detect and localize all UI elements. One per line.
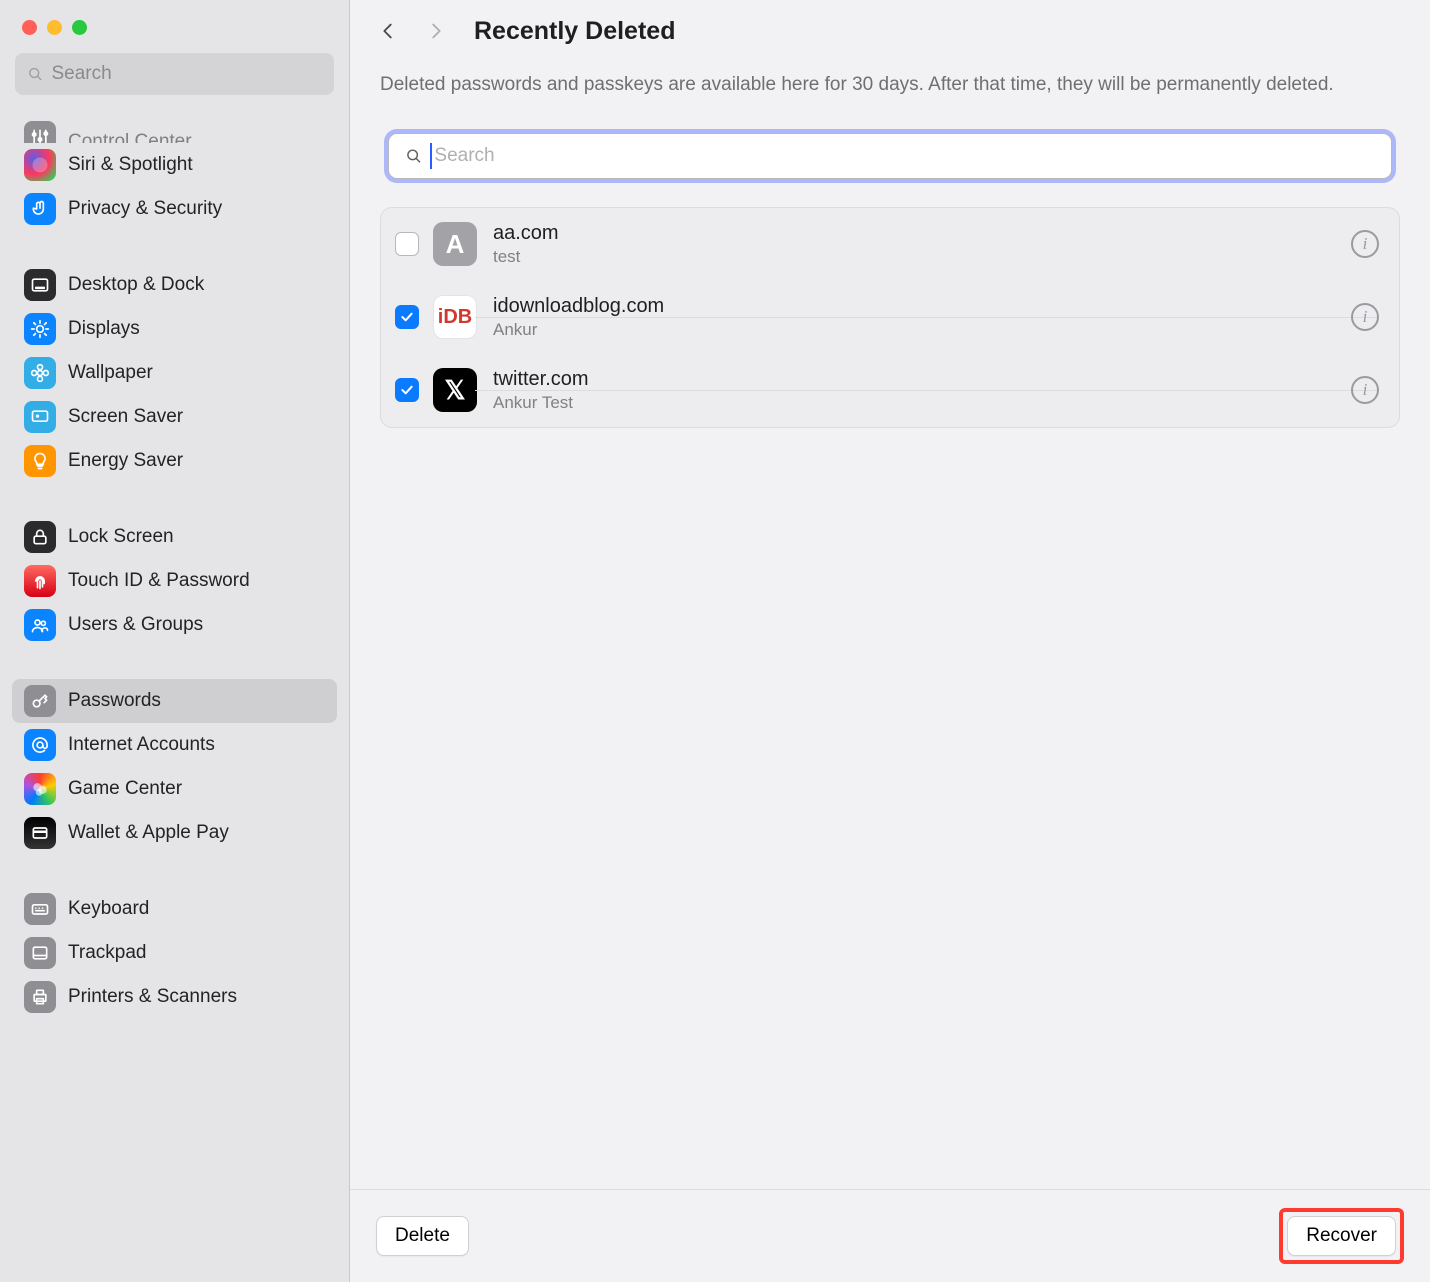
bulb-icon — [24, 445, 56, 477]
sidebar-item-wallpaper[interactable]: Wallpaper — [0, 351, 349, 395]
sidebar-item-keyboard[interactable]: Keyboard — [0, 887, 349, 931]
forward-button[interactable] — [416, 11, 456, 51]
sidebar-item-lock-screen[interactable]: Lock Screen — [0, 515, 349, 559]
sidebar-list: Control Center Siri & Spotlight Privacy & … — [0, 105, 349, 1282]
site-name: idownloadblog.com — [493, 295, 1351, 318]
row-checkbox[interactable] — [395, 305, 419, 329]
password-search-container — [380, 125, 1400, 187]
sidebar-item-privacy-security[interactable]: Privacy & Security — [0, 187, 349, 231]
site-name: twitter.com — [493, 368, 1351, 391]
zoom-window-button[interactable] — [72, 20, 87, 35]
wallet-icon — [24, 817, 56, 849]
sidebar-item-label: Keyboard — [68, 898, 149, 920]
siri-icon — [24, 149, 56, 181]
page-description: Deleted passwords and passkeys are avail… — [350, 62, 1430, 125]
search-icon — [27, 65, 44, 83]
sidebar-item-passwords[interactable]: Passwords — [12, 679, 337, 723]
delete-button[interactable]: Delete — [376, 1216, 469, 1256]
flower-icon — [24, 357, 56, 389]
at-icon — [24, 729, 56, 761]
main-header: Recently Deleted — [350, 0, 1430, 62]
sidebar-item-energy-saver[interactable]: Energy Saver — [0, 439, 349, 483]
site-favicon: iDB — [433, 295, 477, 339]
sidebar-item-control-center[interactable]: Control Center — [0, 115, 349, 143]
trackpad-icon — [24, 937, 56, 969]
recover-highlight: Recover — [1279, 1208, 1404, 1264]
close-window-button[interactable] — [22, 20, 37, 35]
search-icon — [405, 147, 422, 165]
recover-button[interactable]: Recover — [1287, 1216, 1396, 1256]
username: Ankur — [493, 320, 1351, 340]
sidebar-search[interactable] — [15, 53, 334, 95]
sidebar-item-label: Touch ID & Password — [68, 570, 250, 592]
sidebar-item-label: Desktop & Dock — [68, 274, 204, 296]
sidebar-search-input[interactable] — [52, 63, 323, 85]
sidebar-item-label: Passwords — [68, 690, 161, 712]
sidebar-item-printers-scanners[interactable]: Printers & Scanners — [0, 975, 349, 1019]
sidebar-item-label: Wallet & Apple Pay — [68, 822, 229, 844]
sidebar-item-label: Printers & Scanners — [68, 986, 237, 1008]
password-row[interactable]: iDB idownloadblog.comAnkuri — [381, 281, 1399, 354]
sidebar-item-label: Internet Accounts — [68, 734, 215, 756]
password-row[interactable]: 𝕏twitter.comAnkur Testi — [381, 354, 1399, 427]
info-button[interactable]: i — [1351, 230, 1379, 258]
sidebar-item-label: Lock Screen — [68, 526, 174, 548]
keyboard-icon — [24, 893, 56, 925]
sidebar-item-game-center[interactable]: Game Center — [0, 767, 349, 811]
text-cursor — [430, 143, 432, 169]
printer-icon — [24, 981, 56, 1013]
dock-icon — [24, 269, 56, 301]
back-button[interactable] — [368, 11, 408, 51]
username: Ankur Test — [493, 393, 1351, 413]
sidebar-item-label: Screen Saver — [68, 406, 183, 428]
sidebar-item-label: Privacy & Security — [68, 198, 222, 220]
page-title: Recently Deleted — [474, 17, 675, 46]
sun-icon — [24, 313, 56, 345]
sidebar-item-trackpad[interactable]: Trackpad — [0, 931, 349, 975]
sidebar-item-siri-spotlight[interactable]: Siri & Spotlight — [0, 143, 349, 187]
site-favicon: 𝕏 — [433, 368, 477, 412]
gamecenter-icon — [24, 773, 56, 805]
sidebar-item-touch-id-password[interactable]: Touch ID & Password — [0, 559, 349, 603]
screensaver-icon — [24, 401, 56, 433]
row-checkbox[interactable] — [395, 232, 419, 256]
password-list: Aaa.comtestiiDBidownloadblog.comAnkuri𝕏t… — [380, 207, 1400, 428]
sidebar-item-screen-saver[interactable]: Screen Saver — [0, 395, 349, 439]
key-icon — [24, 685, 56, 717]
window-controls — [0, 0, 349, 53]
sidebar-item-label: Users & Groups — [68, 614, 203, 636]
main-panel: Recently Deleted Deleted passwords and p… — [350, 0, 1430, 1282]
sidebar-item-desktop-dock[interactable]: Desktop & Dock — [0, 263, 349, 307]
lock-icon — [24, 521, 56, 553]
users-icon — [24, 609, 56, 641]
sidebar-item-label: Siri & Spotlight — [68, 154, 193, 176]
sidebar-item-label: Wallpaper — [68, 362, 153, 384]
footer: Delete Recover — [350, 1189, 1430, 1282]
sliders-icon — [24, 121, 56, 143]
password-row[interactable]: Aaa.comtesti — [381, 208, 1399, 281]
password-search[interactable] — [388, 133, 1392, 179]
sidebar-item-label: Displays — [68, 318, 140, 340]
sidebar: Control Center Siri & Spotlight Privacy & … — [0, 0, 350, 1282]
sidebar-item-users-groups[interactable]: Users & Groups — [0, 603, 349, 647]
fingerprint-icon — [24, 565, 56, 597]
info-button[interactable]: i — [1351, 376, 1379, 404]
site-name: aa.com — [493, 222, 1351, 245]
sidebar-item-label: Control Center — [68, 131, 192, 143]
password-search-input[interactable] — [434, 145, 1375, 167]
sidebar-item-internet-accounts[interactable]: Internet Accounts — [0, 723, 349, 767]
sidebar-item-displays[interactable]: Displays — [0, 307, 349, 351]
sidebar-item-label: Trackpad — [68, 942, 147, 964]
row-checkbox[interactable] — [395, 378, 419, 402]
minimize-window-button[interactable] — [47, 20, 62, 35]
sidebar-item-wallet-apple-pay[interactable]: Wallet & Apple Pay — [0, 811, 349, 855]
sidebar-item-label: Game Center — [68, 778, 182, 800]
sidebar-item-label: Energy Saver — [68, 450, 183, 472]
site-favicon: A — [433, 222, 477, 266]
username: test — [493, 247, 1351, 267]
hand-icon — [24, 193, 56, 225]
info-button[interactable]: i — [1351, 303, 1379, 331]
